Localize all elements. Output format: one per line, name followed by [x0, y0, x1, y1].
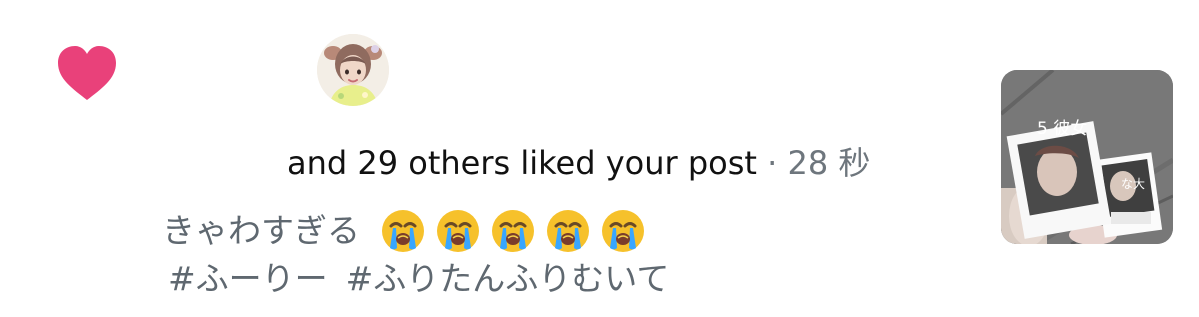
- avatar-image: [317, 34, 389, 106]
- post-thumbnail[interactable]: 5 彼女 な大: [1001, 70, 1173, 244]
- loudly-crying-face-icon: [602, 210, 644, 252]
- comment-text: きゃわすぎる: [162, 211, 360, 250]
- hashtag-fuuri[interactable]: #ふーりー: [168, 259, 328, 298]
- loudly-crying-face-icon: [492, 210, 534, 252]
- separator-dot: ·: [767, 144, 778, 182]
- comment-preview: きゃわすぎる: [162, 207, 922, 255]
- hashtag-row: #ふーりー #ふりたんふりむいて: [168, 257, 669, 301]
- post-thumbnail-image: 5 彼女 な大: [1001, 70, 1173, 244]
- hashtag-furitan[interactable]: #ふりたんふりむいて: [346, 259, 670, 298]
- thumbnail-note: な大: [1121, 177, 1145, 191]
- heart-icon: [58, 46, 116, 100]
- timestamp: 28 秒: [787, 144, 871, 182]
- thumbnail-caption: 5 彼女: [1037, 119, 1087, 139]
- loudly-crying-face-icon: [547, 210, 589, 252]
- avatar[interactable]: [317, 34, 389, 106]
- loudly-crying-face-icon: [382, 210, 424, 252]
- activity-text: and 29 others liked your post: [287, 144, 757, 182]
- loudly-crying-face-icon: [437, 210, 479, 252]
- notification-summary: and 29 others liked your post · 28 秒: [287, 143, 870, 183]
